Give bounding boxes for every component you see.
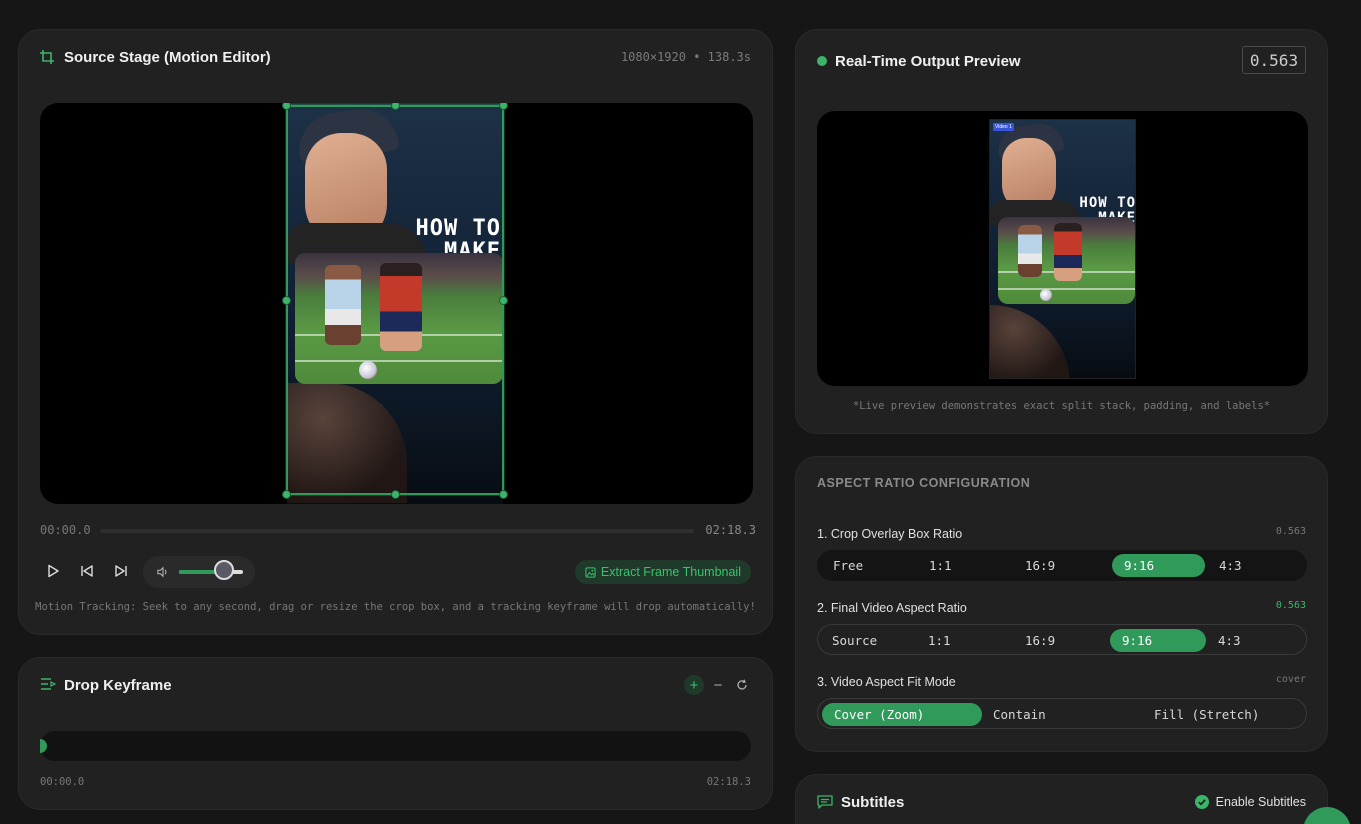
add-keyframe-button[interactable]: + bbox=[684, 675, 704, 695]
source-video-meta: 1080×1920 • 138.3s bbox=[620, 50, 751, 64]
preview-caption: *Live preview demonstrates exact split s… bbox=[852, 400, 1271, 412]
crop-ratio-option[interactable]: Free bbox=[821, 554, 913, 577]
extract-frame-thumbnail-label: Extract Frame Thumbnail bbox=[600, 565, 741, 579]
subtitles-panel: Subtitles Enable Subtitles bbox=[795, 774, 1328, 824]
volume-control bbox=[143, 556, 255, 588]
keyframe-title: Drop Keyframe bbox=[64, 677, 172, 694]
crop-handle-right[interactable] bbox=[499, 296, 508, 305]
crop-handle-top-left[interactable] bbox=[282, 103, 291, 110]
volume-icon[interactable] bbox=[157, 566, 169, 578]
keyframe-timeline[interactable] bbox=[40, 731, 751, 761]
fit-mode-option-selected[interactable]: Cover (Zoom) bbox=[822, 703, 982, 726]
minus-icon: − bbox=[713, 676, 723, 694]
fit-mode-value: cover bbox=[1275, 674, 1306, 685]
preview-football-clip bbox=[998, 217, 1135, 304]
skip-back-icon bbox=[81, 565, 93, 577]
plus-icon: + bbox=[689, 676, 699, 694]
final-ratio-option[interactable]: 1:1 bbox=[916, 629, 1010, 652]
source-stage-panel: Source Stage (Motion Editor) 1080×1920 •… bbox=[18, 29, 773, 635]
final-ratio-value: 0.563 bbox=[1275, 600, 1306, 611]
keyframe-panel: Drop Keyframe + − 00:00.0 02:18.3 bbox=[18, 657, 773, 810]
seek-bar[interactable] bbox=[100, 529, 694, 533]
final-ratio-option[interactable]: 4:3 bbox=[1206, 629, 1300, 652]
image-icon bbox=[585, 566, 596, 578]
crop-ratio-value: 0.563 bbox=[1275, 526, 1306, 537]
crop-ratio-option-selected[interactable]: 9:16 bbox=[1112, 554, 1205, 577]
seek-bar-row: 00:00.0 02:18.3 bbox=[40, 523, 756, 539]
enable-subtitles-label: Enable Subtitles bbox=[1215, 795, 1306, 809]
source-video-stage[interactable]: HOW TO MAKE THIS... bbox=[40, 103, 753, 504]
final-ratio-option[interactable]: 16:9 bbox=[1013, 629, 1107, 652]
final-ratio-option[interactable]: Source bbox=[820, 629, 914, 652]
crop-handle-top-right[interactable] bbox=[499, 103, 508, 110]
fit-mode-selector: Cover (Zoom) Contain Fill (Stretch) bbox=[817, 698, 1307, 729]
crop-ratio-option[interactable]: 16:9 bbox=[1013, 554, 1105, 577]
live-status-dot bbox=[817, 56, 827, 66]
crop-ratio-option[interactable]: 1:1 bbox=[917, 554, 1009, 577]
fit-mode-option[interactable]: Contain bbox=[981, 703, 1141, 726]
output-preview-stage: Video 1 HOW TO MAKE THIS... bbox=[817, 111, 1308, 386]
skip-forward-button[interactable] bbox=[112, 562, 130, 580]
source-stage-title: Source Stage (Motion Editor) bbox=[64, 49, 271, 66]
volume-slider-thumb[interactable] bbox=[213, 560, 234, 580]
keyframe-timeline-end: 02:18.3 bbox=[706, 776, 751, 788]
crop-handle-bottom-left[interactable] bbox=[282, 490, 291, 499]
output-aspect-ratio-value: 0.563 bbox=[1242, 46, 1306, 74]
keyframe-marker[interactable] bbox=[40, 739, 47, 753]
keyframe-list-icon bbox=[41, 678, 56, 690]
crop-icon bbox=[40, 50, 54, 64]
aspect-ratio-config-panel: ASPECT RATIO CONFIGURATION 1. Crop Overl… bbox=[795, 456, 1328, 752]
subtitles-title: Subtitles bbox=[841, 794, 905, 811]
fit-mode-label: 3. Video Aspect Fit Mode bbox=[817, 675, 956, 689]
remove-keyframe-button[interactable]: − bbox=[708, 675, 728, 695]
crop-box[interactable] bbox=[282, 103, 508, 499]
final-ratio-label: 2. Final Video Aspect Ratio bbox=[817, 601, 967, 615]
keyframe-timeline-start: 00:00.0 bbox=[40, 776, 85, 788]
skip-forward-icon bbox=[115, 565, 127, 577]
check-circle-icon bbox=[1194, 795, 1209, 809]
subtitles-icon bbox=[817, 795, 833, 809]
crop-ratio-selector: Free 1:1 16:9 9:16 4:3 bbox=[817, 550, 1307, 581]
crop-handle-bottom-right[interactable] bbox=[499, 490, 508, 499]
extract-frame-thumbnail-button[interactable]: Extract Frame Thumbnail bbox=[574, 560, 751, 584]
play-button[interactable] bbox=[44, 562, 62, 580]
output-preview-frame: Video 1 HOW TO MAKE THIS... bbox=[989, 119, 1136, 379]
reset-keyframes-button[interactable] bbox=[732, 675, 752, 695]
crop-handle-left[interactable] bbox=[282, 296, 291, 305]
final-ratio-selector: Source 1:1 16:9 9:16 4:3 bbox=[817, 624, 1307, 655]
crop-ratio-label: 1. Crop Overlay Box Ratio bbox=[817, 527, 963, 541]
crop-handle-bottom[interactable] bbox=[391, 490, 400, 499]
crop-handle-top[interactable] bbox=[391, 103, 400, 110]
skip-back-button[interactable] bbox=[78, 562, 96, 580]
current-time: 00:00.0 bbox=[40, 523, 91, 537]
reset-icon bbox=[737, 679, 747, 690]
aspect-ratio-config-title: ASPECT RATIO CONFIGURATION bbox=[817, 476, 1031, 490]
crop-ratio-option[interactable]: 4:3 bbox=[1207, 554, 1299, 577]
enable-subtitles-toggle[interactable]: Enable Subtitles bbox=[1194, 795, 1306, 809]
fit-mode-option[interactable]: Fill (Stretch) bbox=[1142, 703, 1302, 726]
total-duration: 02:18.3 bbox=[705, 523, 756, 537]
output-preview-panel: Real-Time Output Preview 0.563 Video 1 H… bbox=[795, 29, 1328, 434]
motion-tracking-hint: Motion Tracking: Seek to any second, dra… bbox=[35, 601, 756, 613]
output-preview-title: Real-Time Output Preview bbox=[835, 53, 1021, 70]
final-ratio-option-selected[interactable]: 9:16 bbox=[1110, 629, 1206, 652]
play-icon bbox=[48, 564, 59, 578]
video-label-tag: Video 1 bbox=[993, 123, 1014, 131]
